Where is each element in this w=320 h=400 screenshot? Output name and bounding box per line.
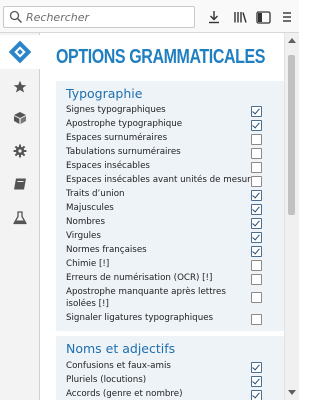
option-checkbox[interactable] [251,134,262,145]
section-typographie: Typographie Signes typographiques Apostr… [56,81,284,331]
option-checkbox[interactable] [251,204,262,215]
option-checkbox[interactable] [251,246,262,257]
option-label: Apostrophe typographique [66,119,183,129]
book-icon [14,178,26,190]
option-label: Signaler ligatures typographiques [66,313,214,323]
star-icon [13,80,27,93]
scrollbar[interactable] [284,33,299,400]
option-label: Espaces insécables [66,161,150,171]
option-label: Tabulations surnuméraires [66,147,181,157]
option-label: Normes françaises [66,245,147,255]
option-label: Erreurs de numérisation (OCR) [!] [66,273,213,283]
option-checkbox[interactable] [251,260,262,271]
option-label: Majuscules [66,203,114,213]
option-label: Espaces insécables avant unités de mesur… [66,175,256,185]
option-checkbox[interactable] [251,120,262,131]
sidebar-item-grammalecte[interactable] [0,35,40,69]
cube-icon [14,112,26,124]
menu-button[interactable] [278,8,296,26]
download-icon [209,11,219,24]
search-icon [9,10,23,24]
section-title: Typographie [66,86,143,101]
option-label: Signes typographiques [66,105,166,115]
library-button[interactable] [231,8,249,26]
option-checkbox[interactable] [251,176,262,187]
sidebar-item-settings[interactable] [0,136,40,166]
browser-toolbar [0,0,299,33]
sidebar-toggle-button[interactable] [254,8,272,26]
option-checkbox[interactable] [251,218,262,229]
option-label: Traits d’union [66,189,125,199]
gear-icon [13,144,27,158]
scrollbar-thumb[interactable] [288,55,295,215]
sidebar-item-favorites[interactable] [0,72,40,102]
option-label: Virgules [66,231,101,241]
option-label: Confusions et faux-amis [66,361,171,371]
option-checkbox[interactable] [251,274,262,285]
option-checkbox[interactable] [251,314,262,325]
sidebar-item-extensions[interactable] [0,103,40,133]
option-label: Apostrophe manquante après lettres isolé… [66,287,226,309]
section-title: Noms et adjectifs [66,341,176,356]
option-checkbox[interactable] [251,162,262,173]
search-box[interactable] [3,6,195,28]
sidebar-item-dictionary[interactable] [0,169,40,199]
search-input[interactable] [26,8,186,26]
sidebar-icon [255,10,271,24]
page-title: OPTIONS GRAMMATICALES [56,46,266,68]
option-checkbox[interactable] [251,390,262,400]
sidebar-item-tests[interactable] [0,203,40,233]
option-label: Pluriels (locutions) [66,375,147,385]
flask-icon [13,211,27,225]
scroll-down-arrow-icon[interactable] [288,390,296,395]
sidebar [0,33,40,400]
option-checkbox[interactable] [251,106,262,117]
section-noms-adjectifs: Noms et adjectifs Confusions et faux-ami… [56,336,284,400]
option-checkbox[interactable] [251,232,262,243]
scroll-up-arrow-icon[interactable] [288,38,296,43]
menu-icon [283,12,291,22]
option-checkbox[interactable] [251,292,262,303]
download-button[interactable] [205,8,223,26]
option-label: Nombres [66,217,106,227]
grammalecte-logo-icon [8,40,32,64]
library-icon [233,12,247,23]
option-checkbox[interactable] [251,376,262,387]
option-checkbox[interactable] [251,190,262,201]
option-label: Chimie [!] [66,259,110,269]
options-panel: OPTIONS GRAMMATICALES Typographie Signes… [41,33,284,400]
option-checkbox[interactable] [251,362,262,373]
option-label: Accords (genre et nombre) [66,389,183,399]
option-checkbox[interactable] [251,148,262,159]
option-label: Espaces surnuméraires [66,133,168,143]
